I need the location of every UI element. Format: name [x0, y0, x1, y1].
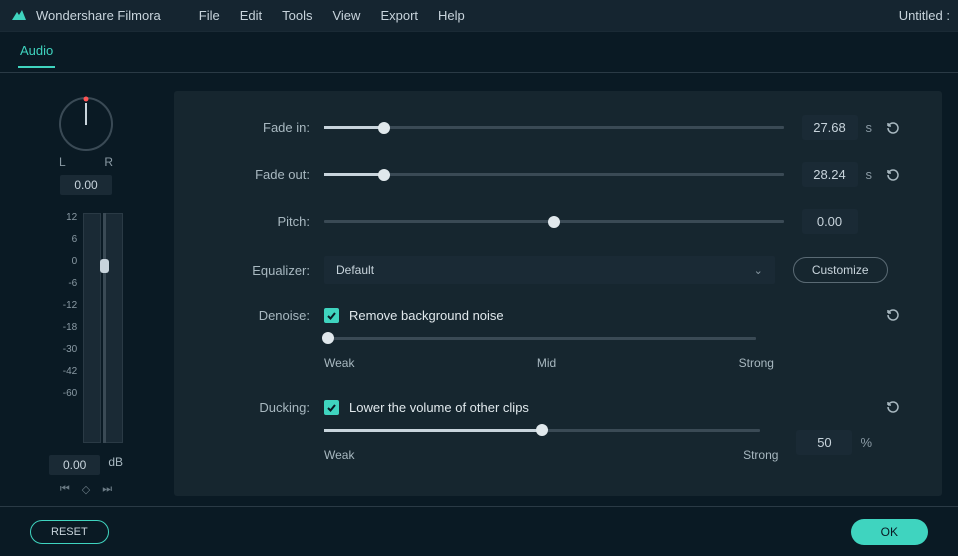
- ducking-strong-label: Strong: [743, 448, 778, 462]
- tab-bar: Audio: [0, 32, 958, 68]
- pan-right-label: R: [104, 155, 113, 169]
- menu-tools[interactable]: Tools: [272, 4, 322, 27]
- fadeout-value[interactable]: 28.24: [802, 162, 858, 187]
- app-name: Wondershare Filmora: [36, 8, 161, 23]
- fadein-value[interactable]: 27.68: [802, 115, 858, 140]
- knob-dot-icon: [84, 97, 89, 102]
- reset-button[interactable]: RESET: [30, 520, 109, 544]
- settings-panel: Fade in: 27.68 s Fade out: 28.24 s Pitch…: [174, 91, 942, 496]
- equalizer-value: Default: [336, 263, 374, 277]
- equalizer-label: Equalizer:: [194, 263, 324, 278]
- fadeout-reset-icon[interactable]: [884, 166, 902, 184]
- fadein-unit: s: [866, 120, 873, 135]
- fadein-slider[interactable]: [324, 120, 784, 136]
- volume-slider-thumb[interactable]: [100, 259, 109, 273]
- denoise-mid-label: Mid: [537, 356, 556, 370]
- fadeout-label: Fade out:: [194, 167, 324, 182]
- ducking-reset-icon[interactable]: [884, 398, 902, 416]
- fadein-reset-icon[interactable]: [884, 119, 902, 137]
- denoise-check-label: Remove background noise: [349, 308, 504, 323]
- next-keyframe-icon[interactable]: ⏭: [102, 483, 112, 496]
- db-value: 0.00: [49, 455, 100, 475]
- ducking-slider-row: Weak Strong 50 %: [194, 422, 902, 462]
- menu-file[interactable]: File: [189, 4, 230, 27]
- ok-button[interactable]: OK: [851, 519, 928, 545]
- ducking-checkbox[interactable]: [324, 400, 339, 415]
- left-panel: L R 0.00 12 6 0 -6 -12 -18 -30 -42 -60: [16, 91, 156, 496]
- transport-controls: ⏮ ◇ ⏭: [60, 483, 112, 496]
- add-keyframe-icon[interactable]: ◇: [82, 483, 90, 496]
- equalizer-row: Equalizer: Default ⌄ Customize s: [194, 256, 902, 284]
- denoise-reset-icon[interactable]: [884, 306, 902, 324]
- ducking-row: Ducking: Lower the volume of other clips: [194, 398, 902, 416]
- pan-left-label: L: [59, 155, 66, 169]
- denoise-row: Denoise: Remove background noise: [194, 306, 902, 324]
- ducking-slider[interactable]: [324, 422, 760, 438]
- document-title: Untitled :: [899, 8, 950, 23]
- pan-value: 0.00: [60, 175, 111, 195]
- volume-slider[interactable]: [99, 213, 109, 443]
- denoise-strong-label: Strong: [739, 356, 774, 370]
- denoise-slider[interactable]: [324, 330, 756, 346]
- ducking-value[interactable]: 50: [796, 430, 852, 455]
- ducking-label: Ducking:: [194, 400, 324, 415]
- customize-button[interactable]: Customize: [793, 257, 888, 283]
- db-unit: dB: [108, 455, 123, 469]
- content-area: L R 0.00 12 6 0 -6 -12 -18 -30 -42 -60: [0, 73, 958, 496]
- denoise-checkbox[interactable]: [324, 308, 339, 323]
- denoise-label: Denoise:: [194, 308, 324, 323]
- knob-indicator: [85, 103, 87, 125]
- menu-help[interactable]: Help: [428, 4, 475, 27]
- pan-labels: L R: [59, 155, 113, 169]
- app-logo-icon: [8, 5, 30, 27]
- title-bar: Wondershare Filmora File Edit Tools View…: [0, 0, 958, 32]
- footer: RESET OK: [0, 506, 958, 556]
- ducking-weak-label: Weak: [324, 448, 354, 462]
- menu-edit[interactable]: Edit: [230, 4, 272, 27]
- denoise-slider-row: Weak Mid Strong: [194, 330, 902, 370]
- menu-view[interactable]: View: [322, 4, 370, 27]
- pitch-value[interactable]: 0.00: [802, 209, 858, 234]
- tab-audio[interactable]: Audio: [18, 35, 55, 68]
- pitch-label: Pitch:: [194, 214, 324, 229]
- menu-export[interactable]: Export: [370, 4, 428, 27]
- prev-keyframe-icon[interactable]: ⏮: [60, 483, 70, 496]
- denoise-weak-label: Weak: [324, 356, 354, 370]
- pitch-slider[interactable]: [324, 214, 784, 230]
- fadeout-slider[interactable]: [324, 167, 784, 183]
- fadeout-unit: s: [866, 167, 873, 182]
- equalizer-dropdown[interactable]: Default ⌄: [324, 256, 775, 284]
- pan-knob[interactable]: [59, 97, 113, 151]
- fadeout-row: Fade out: 28.24 s: [194, 162, 902, 187]
- fadein-row: Fade in: 27.68 s: [194, 115, 902, 140]
- ducking-unit: %: [860, 435, 872, 450]
- pitch-row: Pitch: 0.00 s: [194, 209, 902, 234]
- db-scale: 12 6 0 -6 -12 -18 -30 -42 -60: [63, 213, 77, 433]
- chevron-down-icon: ⌄: [754, 264, 763, 277]
- level-meter: 12 6 0 -6 -12 -18 -30 -42 -60: [63, 213, 109, 443]
- fadein-label: Fade in:: [194, 120, 324, 135]
- ducking-check-label: Lower the volume of other clips: [349, 400, 529, 415]
